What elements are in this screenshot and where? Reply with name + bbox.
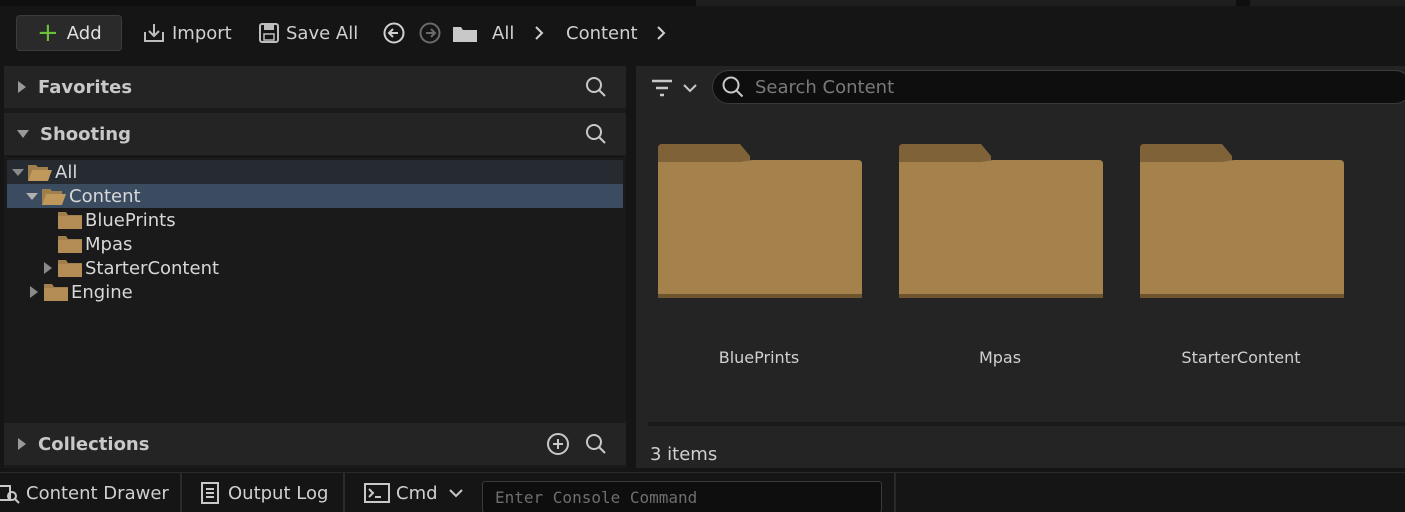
folder-icon <box>1140 144 1344 298</box>
search-icon[interactable] <box>584 122 608 146</box>
import-icon <box>144 24 164 42</box>
save-all-button[interactable]: Save All <box>258 16 358 50</box>
add-collection-icon[interactable] <box>546 432 570 456</box>
tree-item-starter-content[interactable]: StarterContent <box>7 256 623 280</box>
breadcrumb-content[interactable]: Content <box>566 16 638 50</box>
console-command-box[interactable] <box>482 481 882 512</box>
collapse-triangle-icon[interactable] <box>16 128 30 140</box>
tree-item-mpas-label: Mpas <box>85 233 133 255</box>
chevron-down-icon <box>683 84 697 93</box>
folder-icon <box>658 144 862 298</box>
folder-icon <box>44 284 68 301</box>
tree-item-engine[interactable]: Engine <box>7 280 623 304</box>
add-button-label: Add <box>66 22 102 44</box>
breadcrumb-all[interactable]: All <box>492 16 514 50</box>
breadcrumb-content-label: Content <box>566 22 638 44</box>
sources-panel: Favorites Shooting All Content BluePrint… <box>4 66 626 468</box>
tree-item-content[interactable]: Content <box>7 184 623 208</box>
item-count: 3 items <box>650 444 718 465</box>
back-arrow-icon <box>383 22 405 44</box>
tree-item-mpas[interactable]: Mpas <box>7 232 623 256</box>
breadcrumb-chevron-icon[interactable] <box>532 16 546 50</box>
tree-item-blueprints-label: BluePrints <box>85 209 176 231</box>
forward-button[interactable] <box>418 16 448 50</box>
output-log-icon <box>201 482 219 504</box>
cmd-dropdown[interactable]: Cmd <box>364 473 464 512</box>
tree-item-content-label: Content <box>69 185 141 207</box>
cmd-label: Cmd <box>396 482 438 504</box>
folder-icon <box>453 27 477 42</box>
search-icon[interactable] <box>584 75 608 99</box>
folder-icon <box>58 236 82 253</box>
collections-label: Collections <box>38 433 150 455</box>
folder-path-icon-button[interactable] <box>452 16 484 50</box>
breadcrumb-all-label: All <box>492 22 515 44</box>
open-folder-icon <box>42 189 66 205</box>
chevron-down-icon <box>448 489 463 498</box>
search-icon <box>722 76 744 98</box>
console-command-input[interactable] <box>495 487 875 507</box>
favorites-section-header[interactable]: Favorites <box>4 66 626 108</box>
tree-item-starter-content-label: StarterContent <box>85 257 220 279</box>
expand-triangle-icon[interactable] <box>41 261 55 275</box>
open-folder-icon <box>28 165 52 181</box>
import-label: Import <box>172 22 232 44</box>
folder-tile-label: StarterContent <box>1181 348 1301 367</box>
import-button[interactable]: Import <box>142 16 232 50</box>
folder-tree: All Content BluePrints Mpas StarterConte… <box>7 156 623 420</box>
tree-item-all-label: All <box>55 161 78 183</box>
separator <box>180 473 182 512</box>
back-button[interactable] <box>382 16 412 50</box>
search-content-box[interactable] <box>712 70 1405 104</box>
expand-triangle-icon[interactable] <box>16 80 28 94</box>
separator <box>894 473 896 512</box>
content-drawer-label: Content Drawer <box>26 482 169 504</box>
output-log-label: Output Log <box>228 482 329 504</box>
search-content-input[interactable] <box>755 76 1355 98</box>
folder-tile-blueprints[interactable]: BluePrints <box>656 144 862 374</box>
save-icon <box>259 23 279 43</box>
collections-section-header[interactable]: Collections <box>4 423 626 465</box>
breadcrumb-chevron-icon[interactable] <box>654 16 668 50</box>
content-browser-toolbar: + Add Import Save All All Content <box>0 6 1405 62</box>
favorites-label: Favorites <box>38 76 133 98</box>
tree-item-engine-label: Engine <box>71 281 133 303</box>
content-divider <box>648 422 1405 426</box>
folder-tile-mpas[interactable]: Mpas <box>897 144 1103 374</box>
content-drawer-button[interactable]: Content Drawer <box>0 473 169 512</box>
project-label: Shooting <box>40 123 131 145</box>
folder-icon <box>899 144 1103 298</box>
separator <box>343 473 345 512</box>
tree-item-all[interactable]: All <box>7 160 623 184</box>
tree-item-blueprints[interactable]: BluePrints <box>7 208 623 232</box>
content-area: BluePrints Mpas StarterContent 3 items <box>636 66 1405 468</box>
folder-icon <box>58 212 82 229</box>
filter-dropdown[interactable] <box>650 74 698 102</box>
folder-tile-starter-content[interactable]: StarterContent <box>1138 144 1344 374</box>
terminal-icon <box>364 483 390 503</box>
folder-icon <box>58 260 82 277</box>
collapse-triangle-icon[interactable] <box>11 166 25 178</box>
expand-triangle-icon[interactable] <box>27 285 41 299</box>
content-drawer-icon <box>0 485 20 504</box>
status-bar: Content Drawer Output Log Cmd <box>0 472 1405 512</box>
expand-triangle-icon[interactable] <box>16 437 28 451</box>
collapse-triangle-icon[interactable] <box>25 190 39 202</box>
search-icon[interactable] <box>584 432 608 456</box>
folder-tile-label: BluePrints <box>718 348 800 367</box>
add-button[interactable]: + Add <box>16 15 122 51</box>
folder-tile-label: Mpas <box>978 348 1022 367</box>
save-all-label: Save All <box>286 22 359 44</box>
output-log-button[interactable]: Output Log <box>200 473 328 512</box>
filter-icon <box>652 79 672 97</box>
project-section-header[interactable]: Shooting <box>4 113 626 155</box>
plus-icon: + <box>37 18 59 48</box>
forward-arrow-icon <box>419 22 441 44</box>
